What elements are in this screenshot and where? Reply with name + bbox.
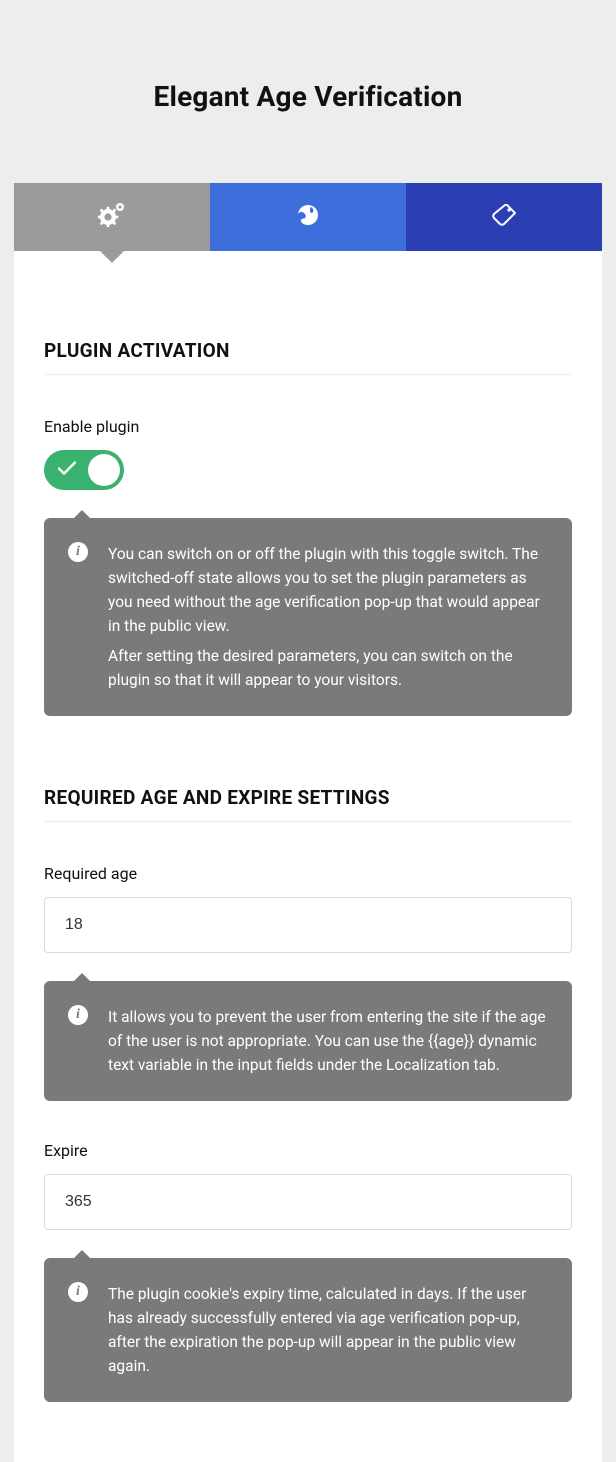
info-text: After setting the desired parameters, yo… <box>108 644 548 692</box>
settings-panel: PLUGIN ACTIVATION Enable plugin i You ca… <box>14 251 602 1462</box>
section-title-age-expire: REQUIRED AGE AND EXPIRE SETTINGS <box>44 786 572 822</box>
enable-plugin-info: i You can switch on or off the plugin wi… <box>44 518 572 716</box>
info-icon: i <box>68 542 88 562</box>
section-title-activation: PLUGIN ACTIVATION <box>44 339 572 375</box>
toggle-knob <box>88 454 120 486</box>
tab-settings[interactable] <box>14 183 210 251</box>
tab-localization[interactable] <box>210 183 406 251</box>
page-title: Elegant Age Verification <box>0 0 616 183</box>
required-age-info: i It allows you to prevent the user from… <box>44 981 572 1101</box>
enable-plugin-toggle[interactable] <box>44 450 124 490</box>
globe-icon <box>297 204 319 230</box>
check-icon <box>58 461 76 480</box>
required-age-input[interactable] <box>44 897 572 953</box>
gears-icon <box>98 203 126 231</box>
enable-plugin-label: Enable plugin <box>44 417 572 436</box>
info-icon: i <box>68 1005 88 1025</box>
tabs <box>14 183 602 251</box>
tab-style[interactable] <box>406 183 602 251</box>
required-age-label: Required age <box>44 864 572 883</box>
info-icon: i <box>68 1282 88 1302</box>
tag-icon <box>492 204 516 230</box>
info-text: It allows you to prevent the user from e… <box>108 1005 548 1077</box>
expire-info: i The plugin cookie's expiry time, calcu… <box>44 1258 572 1402</box>
info-text: You can switch on or off the plugin with… <box>108 542 548 638</box>
expire-label: Expire <box>44 1141 572 1160</box>
expire-input[interactable] <box>44 1174 572 1230</box>
info-text: The plugin cookie's expiry time, calcula… <box>108 1282 548 1378</box>
